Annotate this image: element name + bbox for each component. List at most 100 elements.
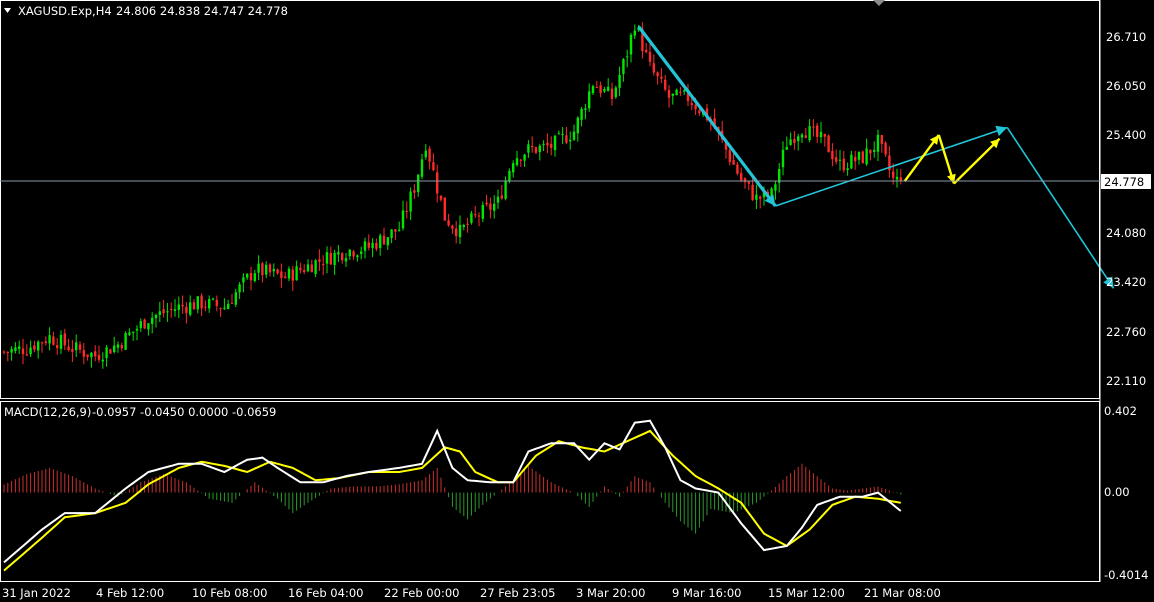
- candle-body: [82, 350, 85, 357]
- candle-body: [272, 268, 275, 272]
- candle-body: [531, 145, 534, 148]
- candle-body: [132, 331, 135, 333]
- candle-body: [546, 142, 549, 146]
- candle-body: [86, 354, 89, 357]
- macd-values: -0.0957 -0.0450 0.0000 -0.0659: [92, 405, 276, 419]
- candle-body: [329, 253, 332, 265]
- candle-body: [747, 181, 750, 184]
- price-pane-frame: [0, 0, 1100, 399]
- time-tick: 3 Mar 20:00: [576, 586, 645, 600]
- candle-body: [413, 190, 416, 193]
- candle-body: [428, 148, 431, 162]
- menu-triangle-icon[interactable]: [4, 8, 11, 13]
- candle-body: [732, 160, 735, 165]
- candle-body: [538, 145, 541, 153]
- candle-body: [800, 134, 804, 138]
- candle-body: [341, 253, 344, 261]
- price-annotations: [637, 25, 1115, 289]
- candle-body: [310, 264, 313, 273]
- candle-body: [610, 88, 614, 99]
- candle-body: [667, 89, 671, 98]
- candle-body: [629, 34, 633, 55]
- candle-body: [466, 223, 469, 225]
- candle-body: [261, 263, 264, 276]
- macd-axis: 0.402 0.00 -0.4014: [1104, 404, 1148, 582]
- candle-body: [44, 341, 47, 344]
- candle-body: [29, 347, 32, 355]
- candle-body: [303, 270, 306, 272]
- candle-body: [892, 171, 895, 178]
- symbol-label: XAGUSD.Exp,H4: [18, 4, 112, 18]
- candle-body: [56, 345, 59, 349]
- candle-body: [291, 269, 294, 281]
- candle-body: [135, 328, 139, 331]
- candle-body: [299, 267, 302, 271]
- time-tick: 10 Feb 08:00: [192, 586, 267, 600]
- candle-body: [861, 151, 864, 164]
- candle-body: [728, 150, 731, 162]
- candle-body: [652, 63, 655, 73]
- candle-body: [284, 276, 287, 278]
- candle-body: [523, 154, 526, 161]
- candle-body: [276, 269, 279, 274]
- trading-chart[interactable]: XAGUSD.Exp,H4 24.806 24.838 24.747 24.77…: [0, 0, 1154, 602]
- candle-body: [37, 341, 40, 351]
- candle-body: [101, 359, 104, 362]
- trend-arrow[interactable]: [637, 25, 777, 207]
- current-price-label: 24.778: [1104, 175, 1144, 189]
- candle-body: [432, 162, 435, 171]
- candle-body: [352, 251, 355, 257]
- candle-body: [755, 194, 758, 200]
- candle-body: [128, 332, 131, 335]
- trend-line[interactable]: [1006, 127, 1115, 289]
- candle-body: [356, 255, 359, 258]
- candle-body: [816, 125, 819, 137]
- candle-body: [527, 144, 530, 153]
- candle-body: [120, 345, 123, 349]
- candle-body: [550, 143, 553, 148]
- macd-tick: -0.4014: [1104, 568, 1148, 582]
- candle-body: [850, 154, 853, 169]
- candle-body: [819, 131, 823, 138]
- macd-histogram: [3, 463, 902, 534]
- candle-body: [584, 108, 587, 110]
- candle-body: [781, 149, 785, 168]
- candle-body: [884, 142, 887, 155]
- candle-body: [94, 351, 97, 357]
- candle-body: [253, 273, 256, 281]
- candle-body: [683, 90, 686, 92]
- candle-body: [846, 168, 849, 170]
- candle-body: [534, 147, 538, 153]
- candle-body: [500, 195, 503, 199]
- candle-body: [603, 88, 606, 92]
- candle-body: [25, 354, 28, 356]
- shift-marker-icon[interactable]: [873, 0, 885, 6]
- candle-body: [542, 143, 545, 145]
- candle-body: [181, 304, 184, 307]
- candle-body: [295, 266, 298, 281]
- candle-body: [306, 264, 310, 272]
- candle-body: [75, 342, 78, 351]
- projection-arrow[interactable]: [953, 137, 1001, 185]
- macd-tick: 0.402: [1104, 404, 1137, 418]
- candle-body: [371, 242, 374, 249]
- candle-body: [626, 56, 629, 58]
- candle-body: [6, 351, 9, 353]
- time-tick: 16 Feb 04:00: [288, 586, 363, 600]
- candle-body: [223, 307, 226, 309]
- macd-tick: 0.00: [1104, 485, 1130, 499]
- candle-body: [485, 202, 488, 205]
- candle-body: [895, 176, 899, 180]
- price-tick: 23.420: [1106, 275, 1146, 289]
- candle-body: [474, 214, 477, 216]
- candle-body: [318, 259, 321, 262]
- candle-body: [842, 158, 845, 171]
- candle-body: [401, 210, 405, 229]
- candle-body: [227, 303, 230, 309]
- candle-body: [238, 284, 241, 293]
- candle-body: [857, 151, 861, 160]
- candle-body: [33, 345, 36, 350]
- candle-body: [804, 135, 807, 139]
- candle-body: [211, 298, 215, 300]
- candle-body: [386, 237, 389, 246]
